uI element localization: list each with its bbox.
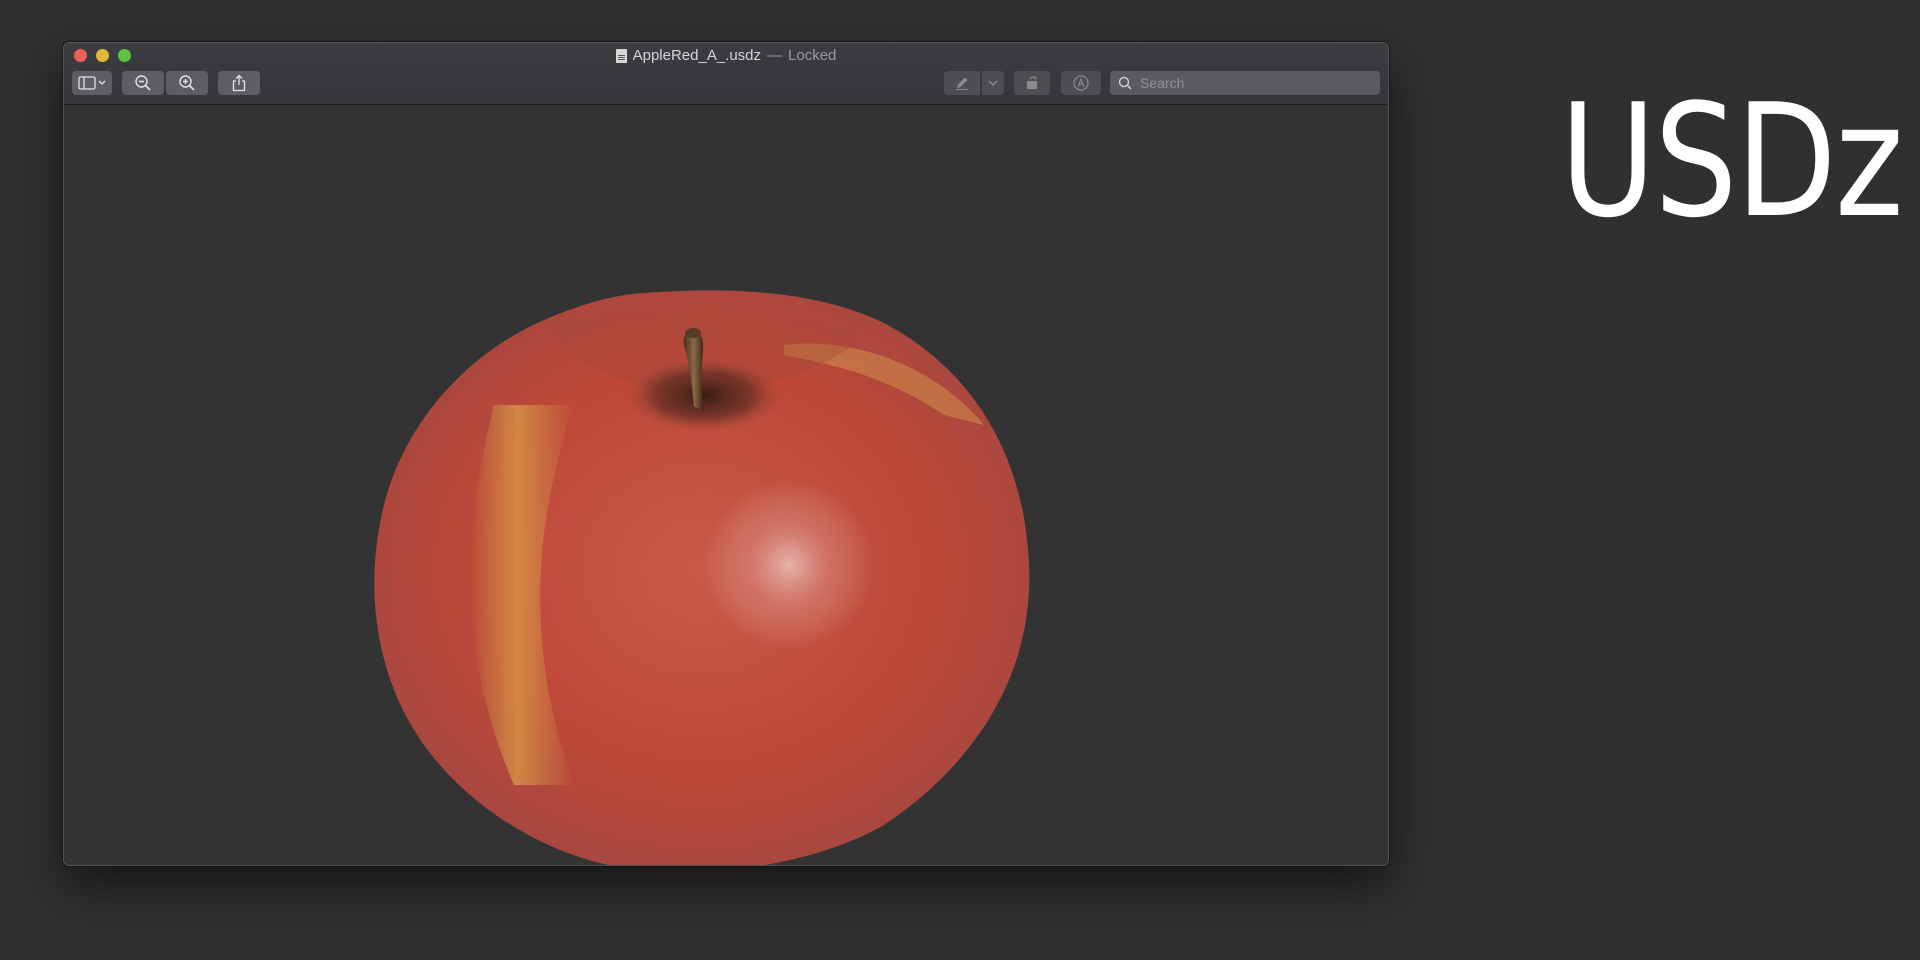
model-viewer[interactable] [64, 105, 1388, 865]
rotate-button[interactable] [1014, 71, 1050, 95]
zoom-out-button[interactable] [122, 71, 164, 95]
title-separator: — [767, 47, 783, 64]
search-icon [1118, 76, 1132, 90]
markup-icon [1073, 75, 1089, 91]
zoom-in-icon [179, 75, 195, 91]
sidebar-toggle-button[interactable] [72, 71, 112, 95]
title-bar[interactable]: AppleRed_A_.usdz — Locked [64, 43, 1388, 105]
markup-pen-button[interactable] [944, 71, 980, 95]
pen-icon [956, 77, 968, 90]
share-icon [232, 74, 246, 92]
zoom-in-button[interactable] [166, 71, 208, 95]
zoom-out-icon [135, 75, 151, 91]
share-button[interactable] [218, 71, 260, 95]
rotate-icon [1027, 76, 1037, 89]
chevron-down-icon [988, 80, 998, 86]
sidebar-icon [78, 76, 106, 90]
search-field[interactable] [1110, 71, 1380, 95]
apple-3d-model [374, 290, 1030, 865]
lock-status: Locked [788, 47, 837, 64]
markup-dropdown-button[interactable] [982, 71, 1004, 95]
search-input[interactable] [1138, 74, 1372, 92]
preview-window: AppleRed_A_.usdz — Locked [63, 42, 1389, 866]
document-icon [615, 48, 627, 63]
file-name: AppleRed_A_.usdz [632, 47, 762, 64]
annotate-button[interactable] [1061, 71, 1101, 95]
apple-model[interactable] [344, 225, 1044, 865]
window-title: AppleRed_A_.usdz — Locked [64, 47, 1388, 64]
format-label: USDz [1560, 70, 1904, 252]
